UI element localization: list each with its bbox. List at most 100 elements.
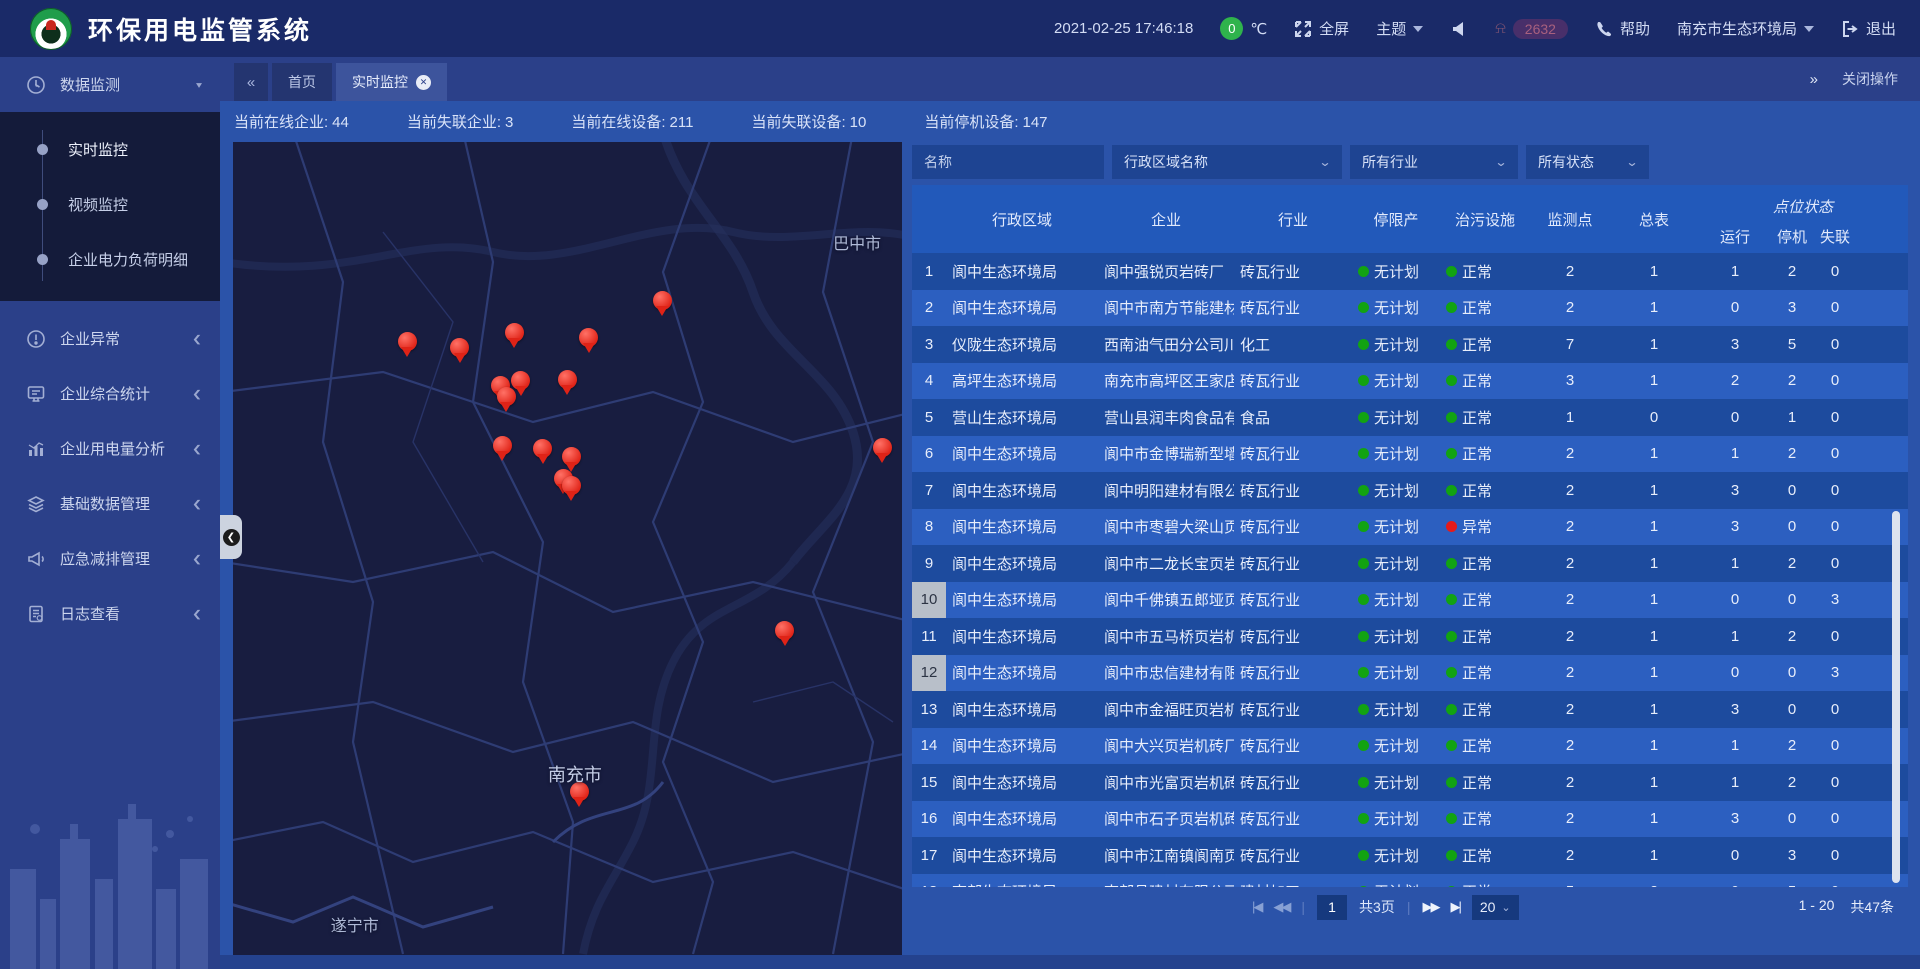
sidebar-item-emergency-reduction[interactable]: 应急减排管理 ❮ — [0, 531, 220, 586]
column-header-region: 行政区域 — [946, 185, 1098, 253]
table-row[interactable]: 1阆中生态环境局阆中强锐页岩砖厂砖瓦行业无计划正常21120 — [912, 253, 1908, 290]
mute-speaker-button[interactable] — [1450, 20, 1468, 38]
industry-select[interactable]: 所有行业 ⌄ — [1350, 145, 1518, 179]
tab-home[interactable]: 首页 — [272, 63, 332, 101]
cell-monitor-points: 2 — [1530, 582, 1610, 619]
cell-company: 营山县润丰肉食品有限 — [1098, 399, 1234, 436]
sidebar-item-data-monitoring[interactable]: 数据监测 ▾ — [0, 57, 220, 112]
next-page-button[interactable]: ▶▶ — [1422, 899, 1438, 915]
table-scrollbar-thumb[interactable] — [1892, 511, 1900, 883]
cell-lost-count: 3 — [1812, 582, 1858, 619]
cell-monitor-points: 2 — [1530, 545, 1610, 582]
status-dot-green — [1358, 448, 1369, 459]
cell-row-number: 6 — [912, 436, 946, 473]
first-page-button[interactable]: |◀ — [1252, 899, 1261, 915]
cell-running-count: 0 — [1698, 582, 1772, 619]
status-dot-green — [1358, 594, 1369, 605]
cell-total-meters: 1 — [1610, 472, 1698, 509]
sidebar-item-log-view[interactable]: 日志查看 ❮ — [0, 586, 220, 641]
table-row[interactable]: 5营山生态环境局营山县润丰肉食品有限食品无计划正常10010 — [912, 399, 1908, 436]
status-dot-green — [1446, 485, 1457, 496]
cell-industry: 砖瓦行业 — [1234, 253, 1352, 290]
tab-realtime-monitoring[interactable]: 实时监控 ✕ — [336, 63, 447, 101]
cell-stopped-count: 3 — [1772, 290, 1812, 327]
table-row[interactable]: 15阆中生态环境局阆中市光富页岩机砖厂砖瓦行业无计划正常21120 — [912, 764, 1908, 801]
map-panel[interactable]: 巴中市南充市遂宁市 — [233, 142, 902, 955]
last-page-button[interactable]: ▶| — [1450, 899, 1459, 915]
table-row[interactable]: 14阆中生态环境局阆中大兴页岩机砖厂砖瓦行业无计划正常21120 — [912, 728, 1908, 765]
map-pin[interactable] — [562, 447, 581, 466]
close-operations-button[interactable]: 关闭操作 — [1842, 69, 1898, 89]
status-dot-green — [1446, 375, 1457, 386]
table-row[interactable]: 13阆中生态环境局阆中市金福旺页岩机砖砖瓦行业无计划正常21300 — [912, 691, 1908, 728]
prev-page-button[interactable]: ◀◀ — [1273, 899, 1289, 915]
name-search-input[interactable] — [912, 145, 1104, 179]
status-dot-red — [1446, 521, 1457, 532]
cell-company: 阆中市金博瑞新型墙材 — [1098, 436, 1234, 473]
map-pin[interactable] — [558, 370, 577, 389]
cell-row-number: 9 — [912, 545, 946, 582]
status-select[interactable]: 所有状态 ⌄ — [1526, 145, 1649, 179]
sidebar-item-power-usage-analysis[interactable]: 企业用电量分析 ❮ — [0, 421, 220, 476]
cell-stopped-count: 0 — [1772, 472, 1812, 509]
cell-spacer — [1858, 363, 1908, 400]
status-dot-green — [1446, 813, 1457, 824]
column-group-point-status: 点位状态 运行 停机 失联 — [1698, 185, 1908, 253]
chevron-down-icon: ⌄ — [1625, 155, 1638, 169]
cell-lost-count: 0 — [1812, 363, 1858, 400]
chevron-left-icon: ❮ — [192, 388, 202, 399]
logout-button[interactable]: 退出 — [1841, 18, 1896, 39]
table-row[interactable]: 8阆中生态环境局阆中市枣碧大梁山页岩砖瓦行业无计划异常21300 — [912, 509, 1908, 546]
sidebar-item-enterprise-abnormal[interactable]: 企业异常 ❮ — [0, 311, 220, 366]
tabs-scroll-right-button[interactable]: » — [1810, 71, 1818, 88]
table-row[interactable]: 18南部生态环境局南部县建材有限公司建材加工无计划正常52050 — [912, 874, 1908, 888]
sidebar-item-power-load-detail[interactable]: 企业电力负荷明细 — [0, 232, 220, 287]
cell-plan-status: 无计划 — [1352, 399, 1440, 436]
main-content: 当前在线企业:44 当前失联企业:3 当前在线设备:211 当前失联设备:10 … — [220, 101, 1920, 969]
help-button[interactable]: 帮助 — [1595, 18, 1650, 39]
table-row[interactable]: 9阆中生态环境局阆中市二龙长宝页岩砖砖瓦行业无计划正常21120 — [912, 545, 1908, 582]
table-row[interactable]: 11阆中生态环境局阆中市五马桥页岩机砖砖瓦行业无计划正常21120 — [912, 618, 1908, 655]
table-row[interactable]: 17阆中生态环境局阆中市江南镇阆南页岩砖瓦行业无计划正常21030 — [912, 837, 1908, 874]
map-pin[interactable] — [497, 387, 516, 406]
cell-plan-status: 无计划 — [1352, 582, 1440, 619]
table-row[interactable]: 2阆中生态环境局阆中市南方节能建材有砖瓦行业无计划正常21030 — [912, 290, 1908, 327]
status-dot-green — [1358, 667, 1369, 678]
table-row[interactable]: 16阆中生态环境局阆中市石子页岩机砖厂砖瓦行业无计划正常21300 — [912, 801, 1908, 838]
sidebar-item-enterprise-statistics[interactable]: 企业综合统计 ❮ — [0, 366, 220, 421]
layers-icon — [26, 494, 46, 514]
cell-spacer — [1858, 618, 1908, 655]
map-pin[interactable] — [450, 338, 469, 357]
map-pin[interactable] — [775, 621, 794, 640]
page-number-input[interactable]: 1 — [1317, 895, 1347, 920]
page-size-select[interactable]: 20 ⌄ — [1472, 895, 1519, 920]
map-pin[interactable] — [533, 439, 552, 458]
map-pin[interactable] — [873, 438, 892, 457]
table-row[interactable]: 6阆中生态环境局阆中市金博瑞新型墙材砖瓦行业无计划正常21120 — [912, 436, 1908, 473]
cell-industry: 砖瓦行业 — [1234, 837, 1352, 874]
table-row[interactable]: 4高坪生态环境局南充市高坪区王家店建砖瓦行业无计划正常31220 — [912, 363, 1908, 400]
sidebar-collapse-handle[interactable]: ❮ — [220, 515, 242, 559]
map-pin[interactable] — [562, 476, 581, 495]
tabs-scroll-left-button[interactable]: « — [234, 63, 268, 101]
sidebar-item-video-monitoring[interactable]: 视频监控 — [0, 177, 220, 232]
map-pin[interactable] — [653, 291, 672, 310]
sidebar-item-base-data-management[interactable]: 基础数据管理 ❮ — [0, 476, 220, 531]
sidebar-item-realtime-monitoring[interactable]: 实时监控 — [0, 122, 220, 177]
region-select[interactable]: 行政区域名称 ⌄ — [1112, 145, 1342, 179]
close-tab-icon[interactable]: ✕ — [416, 75, 431, 90]
fullscreen-button[interactable]: 全屏 — [1294, 18, 1349, 39]
column-header-index — [912, 185, 946, 253]
org-dropdown[interactable]: 南充市生态环境局 — [1677, 18, 1814, 39]
theme-dropdown[interactable]: 主题 — [1376, 18, 1423, 39]
table-row[interactable]: 10阆中生态环境局阆中千佛镇五郎垭页岩砖瓦行业无计划正常21003 — [912, 582, 1908, 619]
cell-row-number: 17 — [912, 837, 946, 874]
cell-company: 阆中大兴页岩机砖厂 — [1098, 728, 1234, 765]
cell-row-number: 11 — [912, 618, 946, 655]
stats-monitor-icon — [26, 384, 46, 404]
notification-area[interactable]: ⍾ 2632 — [1495, 19, 1568, 39]
table-row[interactable]: 7阆中生态环境局阆中明阳建材有限公司砖瓦行业无计划正常21300 — [912, 472, 1908, 509]
cell-stopped-count: 2 — [1772, 764, 1812, 801]
table-row[interactable]: 12阆中生态环境局阆中市忠信建材有限公砖瓦行业无计划正常21003 — [912, 655, 1908, 692]
table-row[interactable]: 3仪陇生态环境局西南油气田分公司川中化工无计划正常71350 — [912, 326, 1908, 363]
